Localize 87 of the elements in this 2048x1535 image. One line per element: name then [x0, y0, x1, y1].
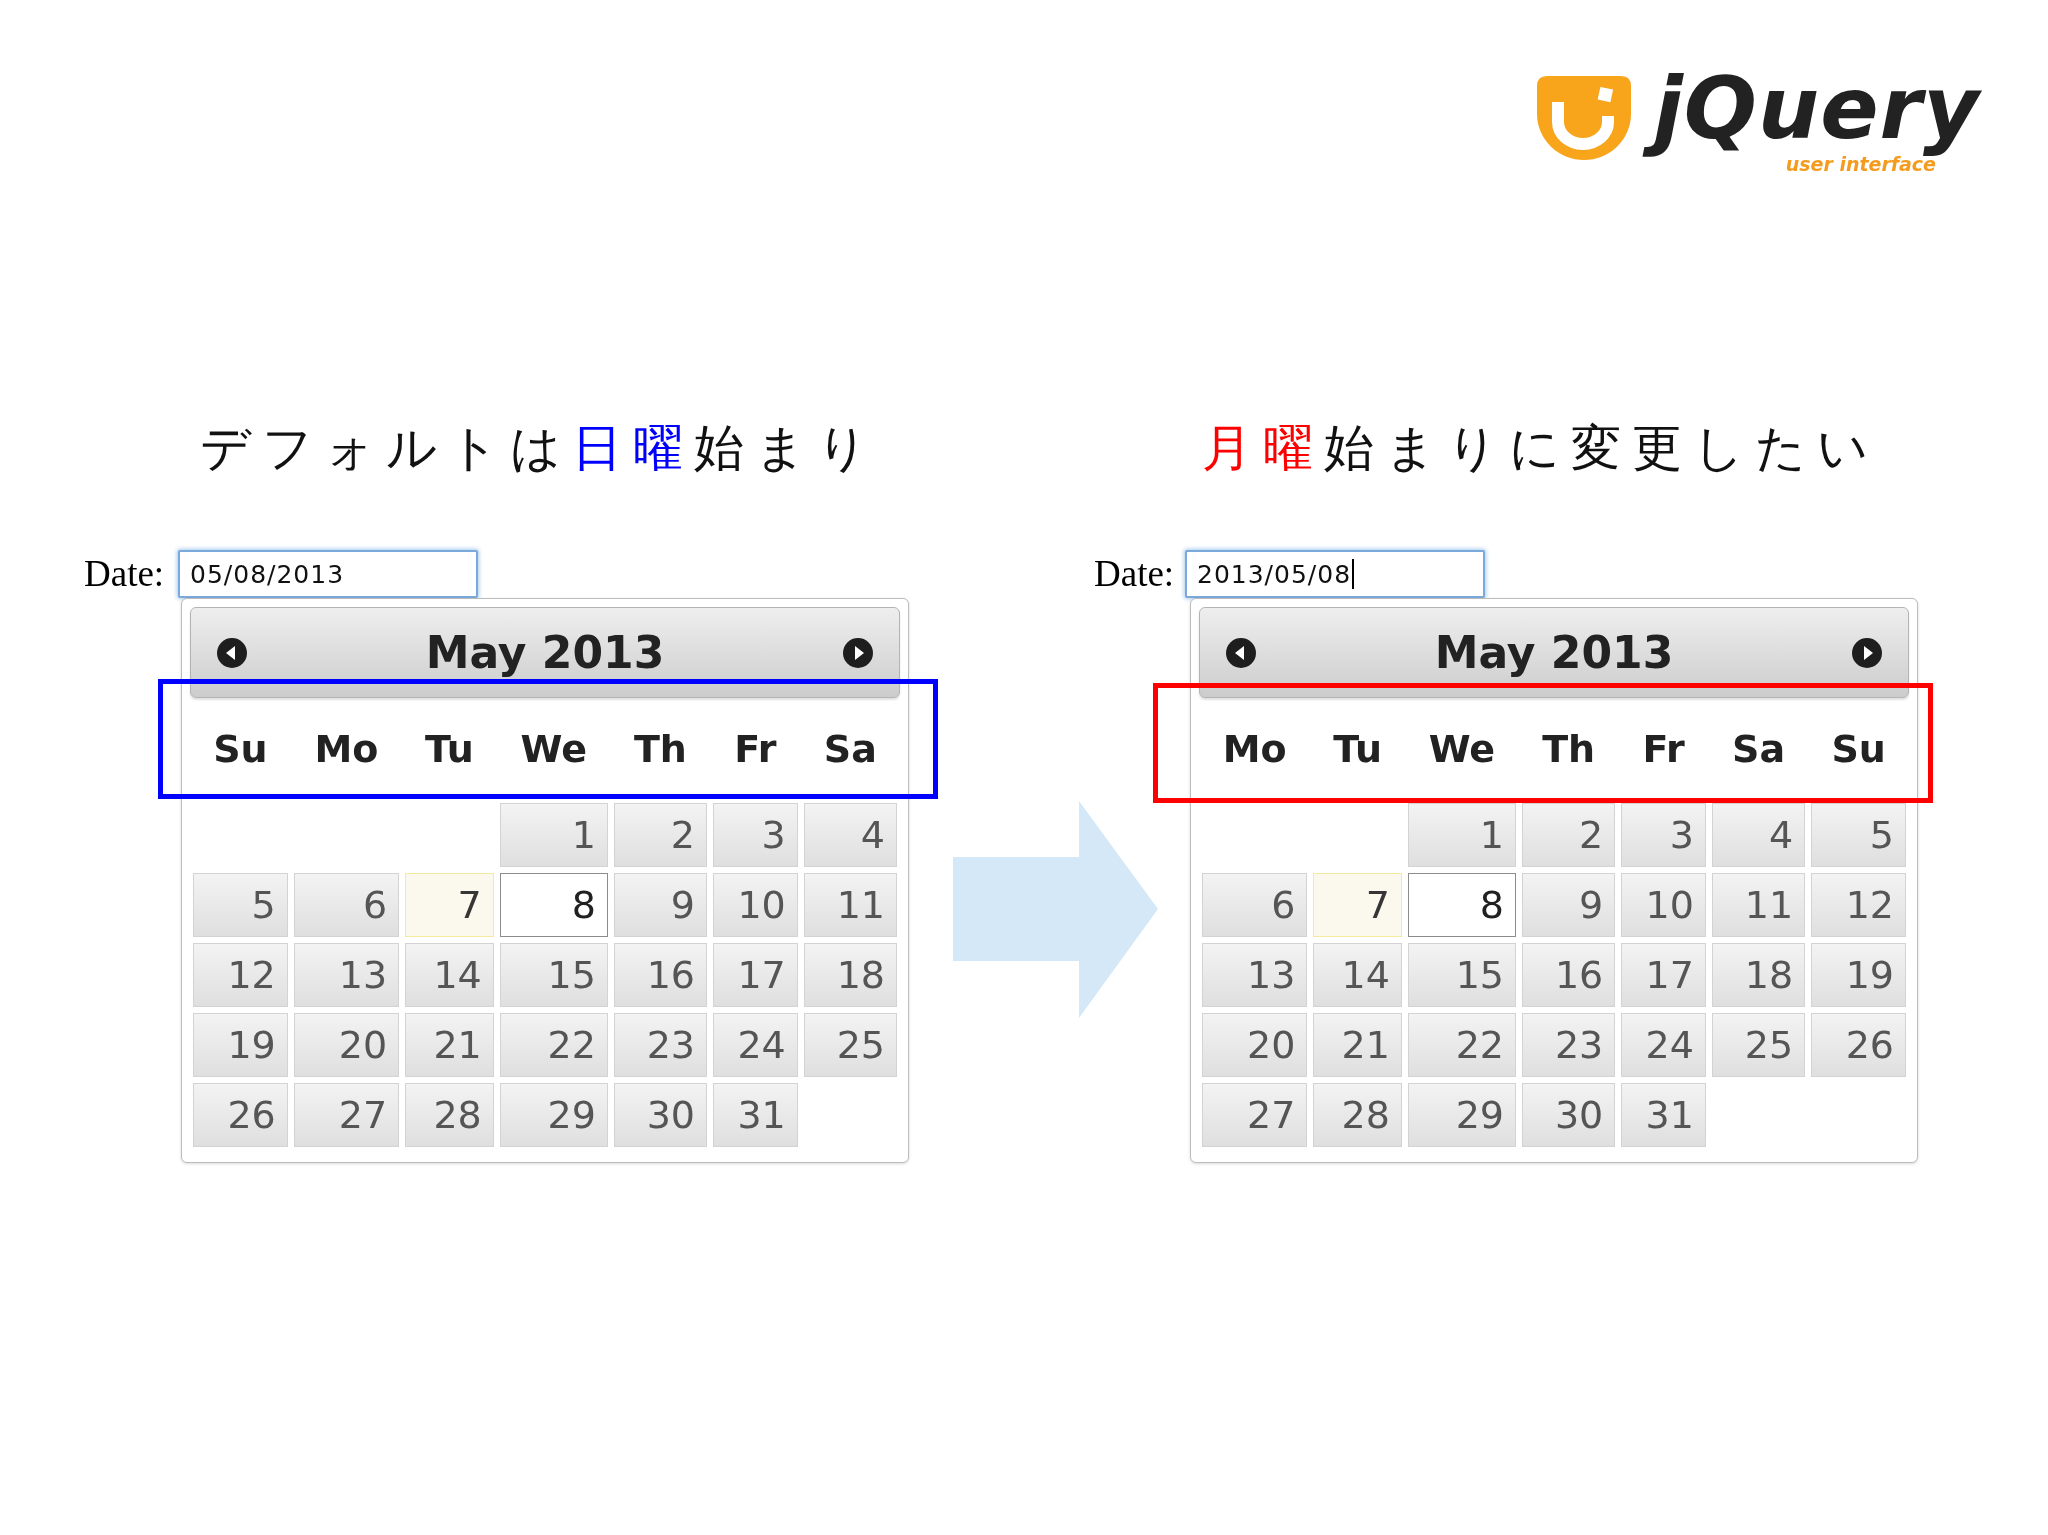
day-button[interactable]: 31: [1621, 1083, 1706, 1147]
day-button[interactable]: 18: [803, 943, 897, 1007]
day-button[interactable]: 10: [713, 873, 798, 937]
day-button[interactable]: 28: [1313, 1083, 1402, 1147]
day-button[interactable]: 30: [1522, 1083, 1616, 1147]
weekday-label: Mo: [313, 726, 380, 773]
day-button[interactable]: 31: [713, 1083, 798, 1147]
day-button[interactable]: 19: [193, 1013, 288, 1077]
day-button[interactable]: 20: [1202, 1013, 1308, 1077]
day-button[interactable]: 22: [1407, 1013, 1517, 1077]
day-button[interactable]: 8: [499, 873, 608, 937]
day-button[interactable]: 3: [1621, 803, 1706, 867]
day-button[interactable]: 25: [803, 1013, 897, 1077]
day-button[interactable]: 19: [1811, 943, 1906, 1007]
day-button[interactable]: 24: [713, 1013, 798, 1077]
weekday-label: Su: [1830, 726, 1887, 773]
day-button[interactable]: 6: [293, 873, 400, 937]
day-button[interactable]: 4: [1711, 803, 1806, 867]
date-label: Date:: [84, 552, 166, 596]
day-button[interactable]: 13: [1202, 943, 1308, 1007]
date-label: Date:: [1094, 552, 1176, 596]
weekday-label: Sa: [822, 726, 878, 773]
day-button[interactable]: 29: [1407, 1083, 1517, 1147]
day-button[interactable]: 23: [613, 1013, 708, 1077]
day-button[interactable]: 27: [293, 1083, 400, 1147]
day-button[interactable]: 16: [1522, 943, 1616, 1007]
panel-title: 月曜 始まりに変更したい: [1202, 418, 1880, 479]
day-button[interactable]: 21: [405, 1013, 494, 1077]
weekday-label: Tu: [424, 726, 475, 773]
weekday-label: Su: [212, 726, 269, 773]
day-button[interactable]: 7: [1313, 873, 1402, 937]
date-input[interactable]: 05/08/2013: [178, 550, 478, 598]
day-button[interactable]: 16: [613, 943, 708, 1007]
day-button[interactable]: 13: [293, 943, 400, 1007]
day-button[interactable]: 28: [405, 1083, 494, 1147]
day-button[interactable]: 17: [713, 943, 798, 1007]
weekday-label: Fr: [1641, 726, 1686, 773]
day-button[interactable]: 5: [1811, 803, 1906, 867]
day-button[interactable]: 9: [613, 873, 708, 937]
day-button[interactable]: 18: [1711, 943, 1806, 1007]
day-button[interactable]: 21: [1313, 1013, 1402, 1077]
day-button[interactable]: 10: [1621, 873, 1706, 937]
day-button[interactable]: 11: [803, 873, 897, 937]
day-button[interactable]: 17: [1621, 943, 1706, 1007]
panel-title: デフォルトは 日曜 始まり: [200, 418, 880, 479]
month-title: May 2013: [424, 625, 666, 680]
day-button[interactable]: 14: [405, 943, 494, 1007]
day-button[interactable]: 15: [499, 943, 608, 1007]
day-button[interactable]: 27: [1202, 1083, 1308, 1147]
large-right-arrow-icon: [953, 801, 1158, 1018]
day-button[interactable]: 2: [613, 803, 708, 867]
weekday-label: We: [519, 726, 588, 773]
day-button[interactable]: 6: [1202, 873, 1308, 937]
weekday-label: Th: [1541, 726, 1597, 773]
day-button[interactable]: 26: [1811, 1013, 1906, 1077]
day-button[interactable]: 12: [193, 943, 288, 1007]
date-input[interactable]: 2013/05/08: [1185, 550, 1485, 598]
day-button[interactable]: 29: [499, 1083, 608, 1147]
day-button[interactable]: 1: [1407, 803, 1517, 867]
day-button[interactable]: 15: [1407, 943, 1517, 1007]
day-button[interactable]: 5: [193, 873, 288, 937]
day-button[interactable]: 22: [499, 1013, 608, 1077]
day-button[interactable]: 7: [405, 873, 494, 937]
day-button[interactable]: 9: [1522, 873, 1616, 937]
weekday-label: Th: [632, 726, 688, 773]
day-button[interactable]: 11: [1711, 873, 1806, 937]
day-button[interactable]: 25: [1711, 1013, 1806, 1077]
weekday-label: We: [1427, 726, 1497, 773]
text-cursor-icon: [1352, 559, 1355, 589]
logo-icon: [1537, 76, 1632, 160]
day-button[interactable]: 4: [803, 803, 897, 867]
day-button[interactable]: 8: [1407, 873, 1517, 937]
day-button[interactable]: 20: [293, 1013, 400, 1077]
day-button[interactable]: 24: [1621, 1013, 1706, 1077]
month-title: May 2013: [1433, 625, 1675, 680]
weekday-label: Fr: [733, 726, 778, 773]
day-button[interactable]: 23: [1522, 1013, 1616, 1077]
weekday-label: Tu: [1332, 726, 1384, 773]
weekday-label: Sa: [1731, 726, 1787, 773]
day-button[interactable]: 3: [713, 803, 798, 867]
weekday-label: Mo: [1221, 726, 1288, 773]
day-button[interactable]: 30: [613, 1083, 708, 1147]
day-button[interactable]: 14: [1313, 943, 1402, 1007]
day-button[interactable]: 12: [1811, 873, 1906, 937]
day-button[interactable]: 26: [193, 1083, 288, 1147]
day-button[interactable]: 1: [499, 803, 608, 867]
day-button[interactable]: 2: [1522, 803, 1616, 867]
